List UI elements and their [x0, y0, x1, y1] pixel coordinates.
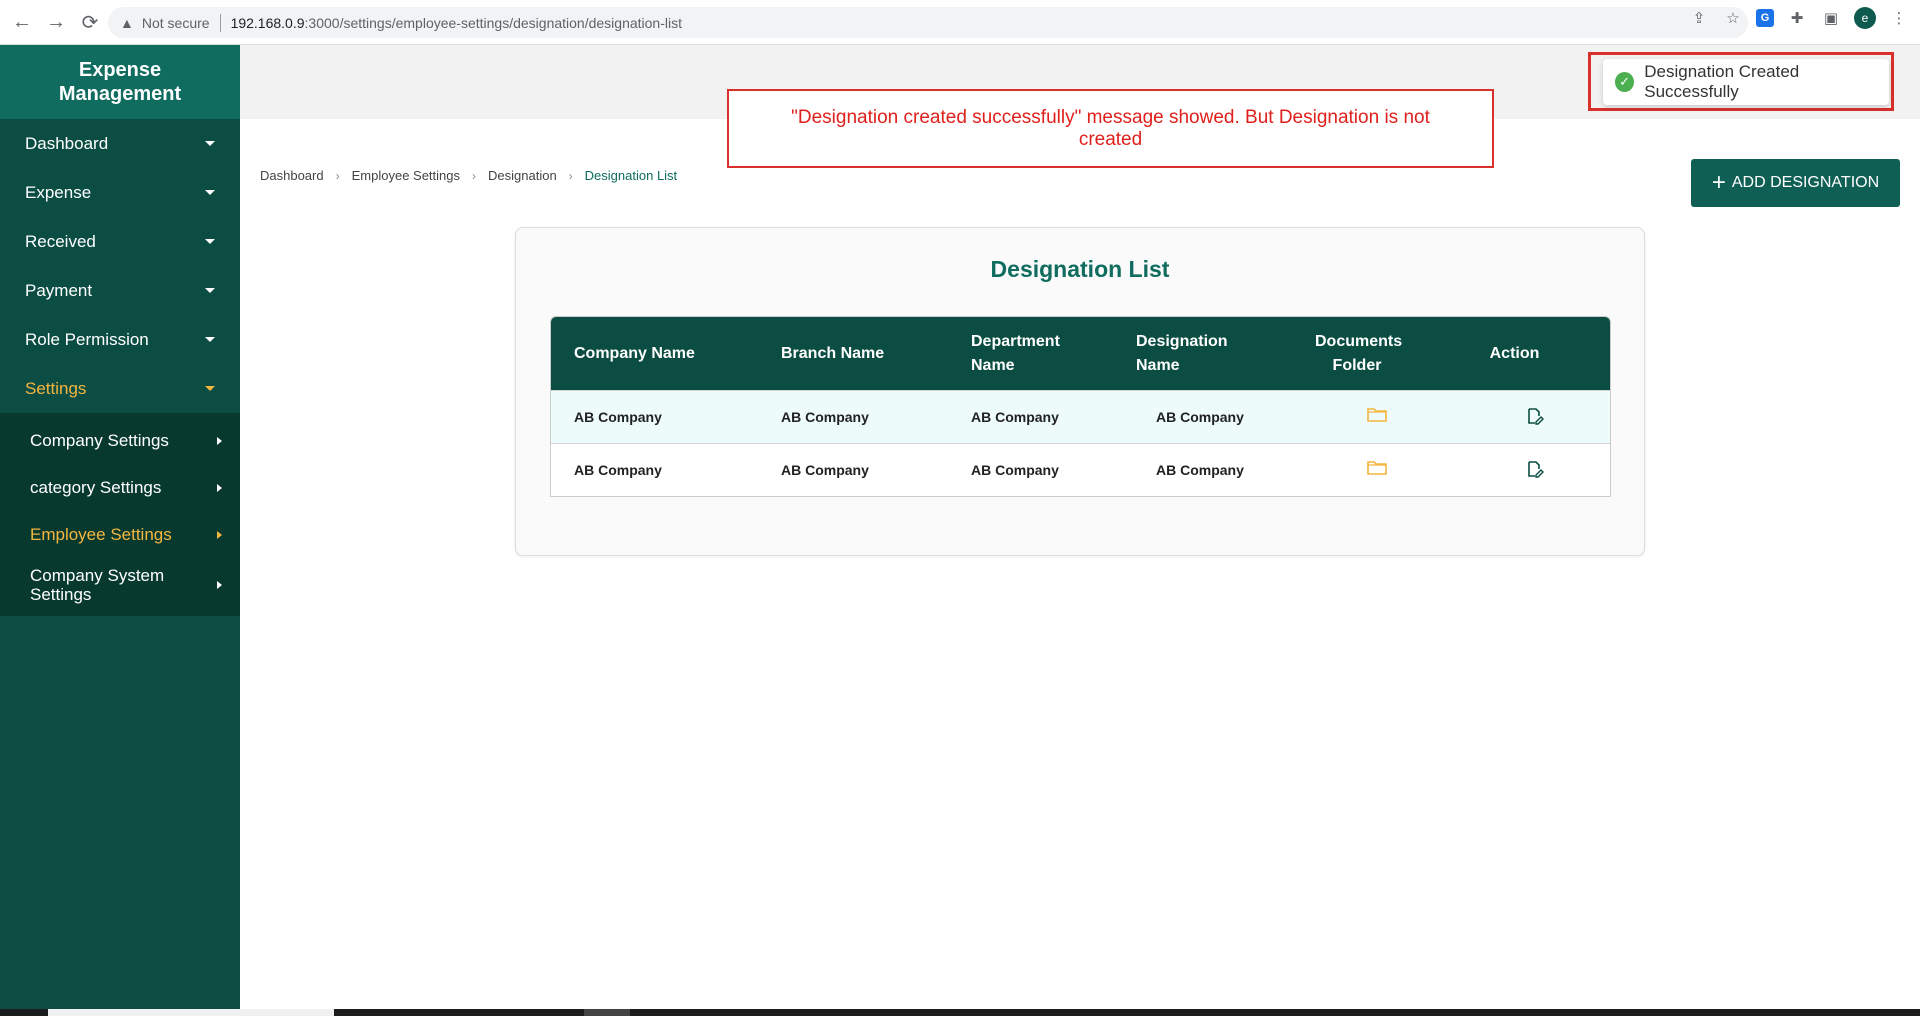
chevron-down-icon [205, 141, 215, 146]
sidebar-subitem-label: Company System Settings [30, 566, 165, 604]
column-header: Department Name [971, 332, 1060, 374]
breadcrumb-dashboard[interactable]: Dashboard [260, 168, 324, 183]
page-title: Designation List [990, 256, 1170, 282]
forward-arrow-icon[interactable]: → [40, 6, 72, 38]
cell-company-name: AB Company [574, 409, 662, 425]
kebab-menu-icon[interactable]: ⋮ [1888, 7, 1910, 29]
edit-icon[interactable] [1526, 407, 1544, 425]
taskbar-search[interactable] [48, 1009, 334, 1016]
column-header: Designation Name [1136, 332, 1228, 374]
sidebar-subitem-label: Company Settings [30, 431, 169, 450]
side-panel-icon[interactable]: ▣ [1820, 7, 1842, 29]
check-circle-icon: ✓ [1615, 72, 1635, 92]
settings-submenu: Company Settings category Settings Emplo… [0, 413, 240, 616]
documents-folder-cell [1295, 405, 1459, 429]
toast-message: Designation Created Successfully [1644, 62, 1800, 101]
translate-icon[interactable]: G [1756, 9, 1774, 27]
chevron-down-icon [205, 239, 215, 244]
sidebar-item-label: Role Permission [25, 329, 149, 349]
cell-company-name: AB Company [574, 462, 662, 478]
cell-branch-name: AB Company [781, 462, 869, 478]
sidebar-item-label: Dashboard [25, 133, 109, 153]
table-row: AB Company AB Company AB Company AB Comp… [551, 443, 1610, 496]
os-taskbar [0, 1009, 1920, 1016]
sidebar-item-label: Received [25, 231, 96, 251]
add-designation-button[interactable]: + ADD DESIGNATION [1691, 159, 1900, 207]
sidebar-item-role-permission[interactable]: Role Permission [0, 315, 240, 364]
chevron-down-icon [205, 337, 215, 342]
add-designation-label: ADD DESIGNATION [1731, 174, 1880, 191]
app-brand[interactable]: Expense Management [0, 45, 240, 119]
breadcrumb-designation[interactable]: Designation [488, 168, 557, 183]
profile-avatar[interactable]: e [1854, 7, 1876, 29]
sidebar-subitem-label: Employee Settings [30, 525, 172, 544]
folder-icon[interactable] [1367, 407, 1387, 422]
sidebar-item-settings[interactable]: Settings [0, 364, 240, 413]
chevron-right-icon [217, 530, 222, 539]
designation-list-card: Designation List Company Name Branch Nam… [515, 227, 1645, 556]
breadcrumb: Dashboard › Employee Settings › Designat… [260, 168, 677, 183]
plus-icon: + [1711, 169, 1726, 196]
chevron-right-icon [217, 483, 222, 492]
edit-icon[interactable] [1526, 460, 1544, 478]
back-arrow-icon[interactable]: ← [6, 6, 38, 38]
sidebar-item-received[interactable]: Received [0, 217, 240, 266]
table-header-row: Company Name Branch Name Department Name… [551, 317, 1610, 390]
sidebar-item-expense[interactable]: Expense [0, 168, 240, 217]
sidebar-item-label: Settings [25, 378, 87, 398]
action-cell [1459, 460, 1610, 481]
url-path: :3000/settings/employee-settings/designa… [304, 14, 682, 31]
column-header: Branch Name [781, 344, 885, 362]
warning-icon: ▲ [120, 14, 134, 31]
chevron-right-icon [217, 581, 222, 589]
url-host: 192.168.0.9 [230, 14, 305, 31]
address-divider [219, 13, 221, 32]
cell-branch-name: AB Company [781, 409, 869, 425]
column-header: Company Name [574, 344, 695, 362]
breadcrumb-chevron-icon: › [472, 168, 477, 183]
sidebar-item-label: Expense [25, 182, 92, 202]
cell-designation-name: AB Company [1156, 409, 1244, 425]
sidebar-subitem-employee-settings[interactable]: Employee Settings [0, 511, 240, 558]
chevron-down-icon [205, 386, 215, 391]
cell-designation-name: AB Company [1156, 462, 1244, 478]
sidebar-item-label: Payment [25, 280, 93, 300]
success-toast[interactable]: ✓ Designation Created Successfully [1603, 59, 1889, 105]
taskbar-app[interactable] [584, 1009, 630, 1016]
browser-toolbar: ← → ⟳ ▲ Not secure 192.168.0.9 :3000/set… [0, 0, 1920, 45]
sidebar: Expense Management Dashboard Expense Rec… [0, 45, 240, 1009]
share-icon[interactable]: ⇪ [1688, 7, 1710, 29]
breadcrumb-chevron-icon: › [568, 168, 573, 183]
breadcrumb-employee-settings[interactable]: Employee Settings [352, 168, 460, 183]
cell-department-name: AB Company [971, 462, 1059, 478]
table-row: AB Company AB Company AB Company AB Comp… [551, 390, 1610, 443]
breadcrumb-current: Designation List [584, 168, 678, 183]
sidebar-item-dashboard[interactable]: Dashboard [0, 119, 240, 168]
sidebar-subitem-company-system-settings[interactable]: Company System Settings [0, 558, 240, 612]
sidebar-item-payment[interactable]: Payment [0, 266, 240, 315]
bug-annotation-callout: "Designation created successfully" messa… [727, 89, 1494, 168]
brand-label: Expense Management [58, 59, 182, 105]
column-header: Documents Folder [1315, 332, 1403, 374]
reload-icon[interactable]: ⟳ [74, 6, 106, 38]
security-status: Not secure [141, 14, 210, 31]
sidebar-subitem-label: category Settings [30, 478, 162, 497]
chevron-down-icon [205, 190, 215, 195]
cell-department-name: AB Company [971, 409, 1059, 425]
puzzle-icon[interactable]: ✚ [1786, 7, 1808, 29]
sidebar-subitem-category-settings[interactable]: category Settings [0, 464, 240, 511]
breadcrumb-chevron-icon: › [335, 168, 340, 183]
designation-table: Company Name Branch Name Department Name… [550, 316, 1611, 497]
address-bar[interactable]: ▲ Not secure 192.168.0.9 :3000/settings/… [108, 7, 1748, 38]
documents-folder-cell [1295, 458, 1459, 482]
action-cell [1459, 407, 1610, 428]
chevron-down-icon [205, 288, 215, 293]
column-header: Action [1489, 344, 1540, 362]
chevron-right-icon [217, 436, 222, 445]
sidebar-subitem-company-settings[interactable]: Company Settings [0, 417, 240, 464]
folder-icon[interactable] [1367, 460, 1387, 475]
star-icon[interactable]: ☆ [1722, 7, 1744, 29]
